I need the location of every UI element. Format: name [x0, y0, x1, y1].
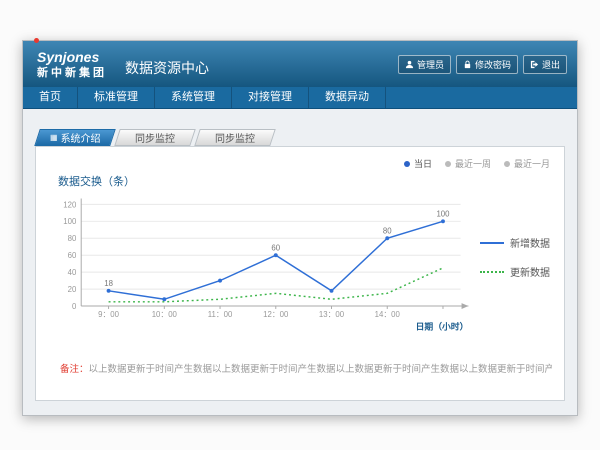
nav-item-connection-management[interactable]: 对接管理: [232, 87, 309, 108]
tab-bar: ▦系统介绍 同步监控 同步监控: [37, 129, 273, 146]
lock-icon: [463, 60, 472, 69]
series-sample: [480, 271, 504, 273]
filter-item[interactable]: 最近一周: [445, 157, 491, 170]
svg-text:10：00: 10：00: [152, 310, 178, 319]
app-window: Synjones 新中新集团 数据资源中心 管理员 修改密码 退出 首页 标准管…: [22, 40, 578, 416]
user-icon: [405, 60, 414, 69]
svg-text:9：00: 9：00: [98, 310, 120, 319]
nav-item-standard-management[interactable]: 标准管理: [78, 87, 155, 108]
grid-icon: ▦: [50, 134, 58, 142]
logo-company-name: 新中新集团: [37, 67, 107, 79]
svg-text:80: 80: [383, 226, 392, 235]
legend-row: 更新数据: [480, 264, 552, 279]
filter-dot: [445, 161, 451, 167]
filter-dot: [504, 161, 510, 167]
svg-text:60: 60: [68, 251, 77, 260]
series-sample: [480, 242, 504, 244]
logo: Synjones 新中新集团: [23, 49, 107, 79]
svg-text:20: 20: [68, 285, 77, 294]
svg-text:11：00: 11：00: [208, 310, 233, 319]
svg-text:12：00: 12：00: [263, 310, 289, 319]
tab-sync-monitor-2[interactable]: 同步监控: [194, 129, 276, 146]
admin-button[interactable]: 管理员: [398, 55, 451, 74]
app-header: Synjones 新中新集团 数据资源中心 管理员 修改密码 退出: [23, 41, 577, 87]
tab-label: 同步监控: [215, 130, 255, 145]
svg-text:100: 100: [63, 217, 77, 226]
time-filter-legend: 当日 最近一周 最近一月: [404, 157, 550, 170]
filter-label-today: 当日: [414, 157, 432, 170]
filter-item[interactable]: 最近一月: [504, 157, 550, 170]
filter-item[interactable]: 当日: [404, 157, 432, 170]
logo-text: Synjones: [37, 50, 99, 65]
footnote-prefix: 备注：: [60, 364, 89, 375]
main-nav: 首页 标准管理 系统管理 对接管理 数据异动: [23, 87, 577, 109]
svg-text:100: 100: [436, 209, 450, 218]
svg-text:40: 40: [68, 268, 77, 277]
footnote-text: 以上数据更新于时间产生数据以上数据更新于时间产生数据以上数据更新于时间产生数据以…: [89, 364, 552, 375]
svg-text:60: 60: [271, 243, 280, 252]
series-name-updated-data: 更新数据: [510, 264, 550, 279]
svg-text:0: 0: [72, 302, 77, 311]
chart-container: 0 20 40 60 80 100 120 9：00 10：00 11：00 12：00 13：00 1…: [46, 189, 486, 339]
change-password-button[interactable]: 修改密码: [456, 55, 518, 74]
content-area: ▦系统介绍 同步监控 同步监控 当日 最近一周: [23, 109, 577, 415]
logout-button-label: 退出: [542, 58, 560, 71]
y-axis-title: 数据交换（条）: [58, 173, 135, 189]
header-actions: 管理员 修改密码 退出: [398, 55, 567, 74]
svg-text:18: 18: [104, 279, 113, 288]
admin-button-label: 管理员: [417, 58, 444, 71]
svg-text:120: 120: [63, 200, 77, 209]
app-title: 数据资源中心: [125, 50, 209, 78]
svg-text:14：00: 14：00: [375, 310, 401, 319]
tab-label: 系统介绍: [60, 130, 100, 145]
chart-card: 当日 最近一周 最近一月 数据交换（条） 0 20 40 60 80 100 120 9：00…: [35, 146, 565, 401]
nav-item-system-management[interactable]: 系统管理: [155, 87, 232, 108]
footnote: 备注：以上数据更新于时间产生数据以上数据更新于时间产生数据以上数据更新于时间产生…: [60, 361, 552, 375]
svg-text:日期（小时）: 日期（小时）: [416, 321, 469, 332]
series-legend: 新增数据 更新数据: [480, 235, 552, 293]
tab-sync-monitor-1[interactable]: 同步监控: [114, 129, 196, 146]
line-chart: 0 20 40 60 80 100 120 9：00 10：00 11：00 12：00 13：00 1…: [46, 189, 486, 339]
legend-row: 新增数据: [480, 235, 552, 250]
filter-label-last-week: 最近一周: [455, 157, 491, 170]
tab-label: 同步监控: [135, 130, 175, 145]
filter-dot: [404, 161, 410, 167]
change-password-button-label: 修改密码: [475, 58, 511, 71]
nav-item-data-changes[interactable]: 数据异动: [309, 87, 386, 108]
nav-item-home[interactable]: 首页: [23, 87, 78, 108]
svg-text:80: 80: [68, 234, 77, 243]
filter-label-last-month: 最近一月: [514, 157, 550, 170]
logout-icon: [530, 60, 539, 69]
series-name-new-data: 新增数据: [510, 235, 550, 250]
logo-accent-dot: [34, 38, 39, 43]
logout-button[interactable]: 退出: [523, 55, 567, 74]
tab-system-intro[interactable]: ▦系统介绍: [34, 129, 116, 146]
svg-text:13：00: 13：00: [319, 310, 345, 319]
